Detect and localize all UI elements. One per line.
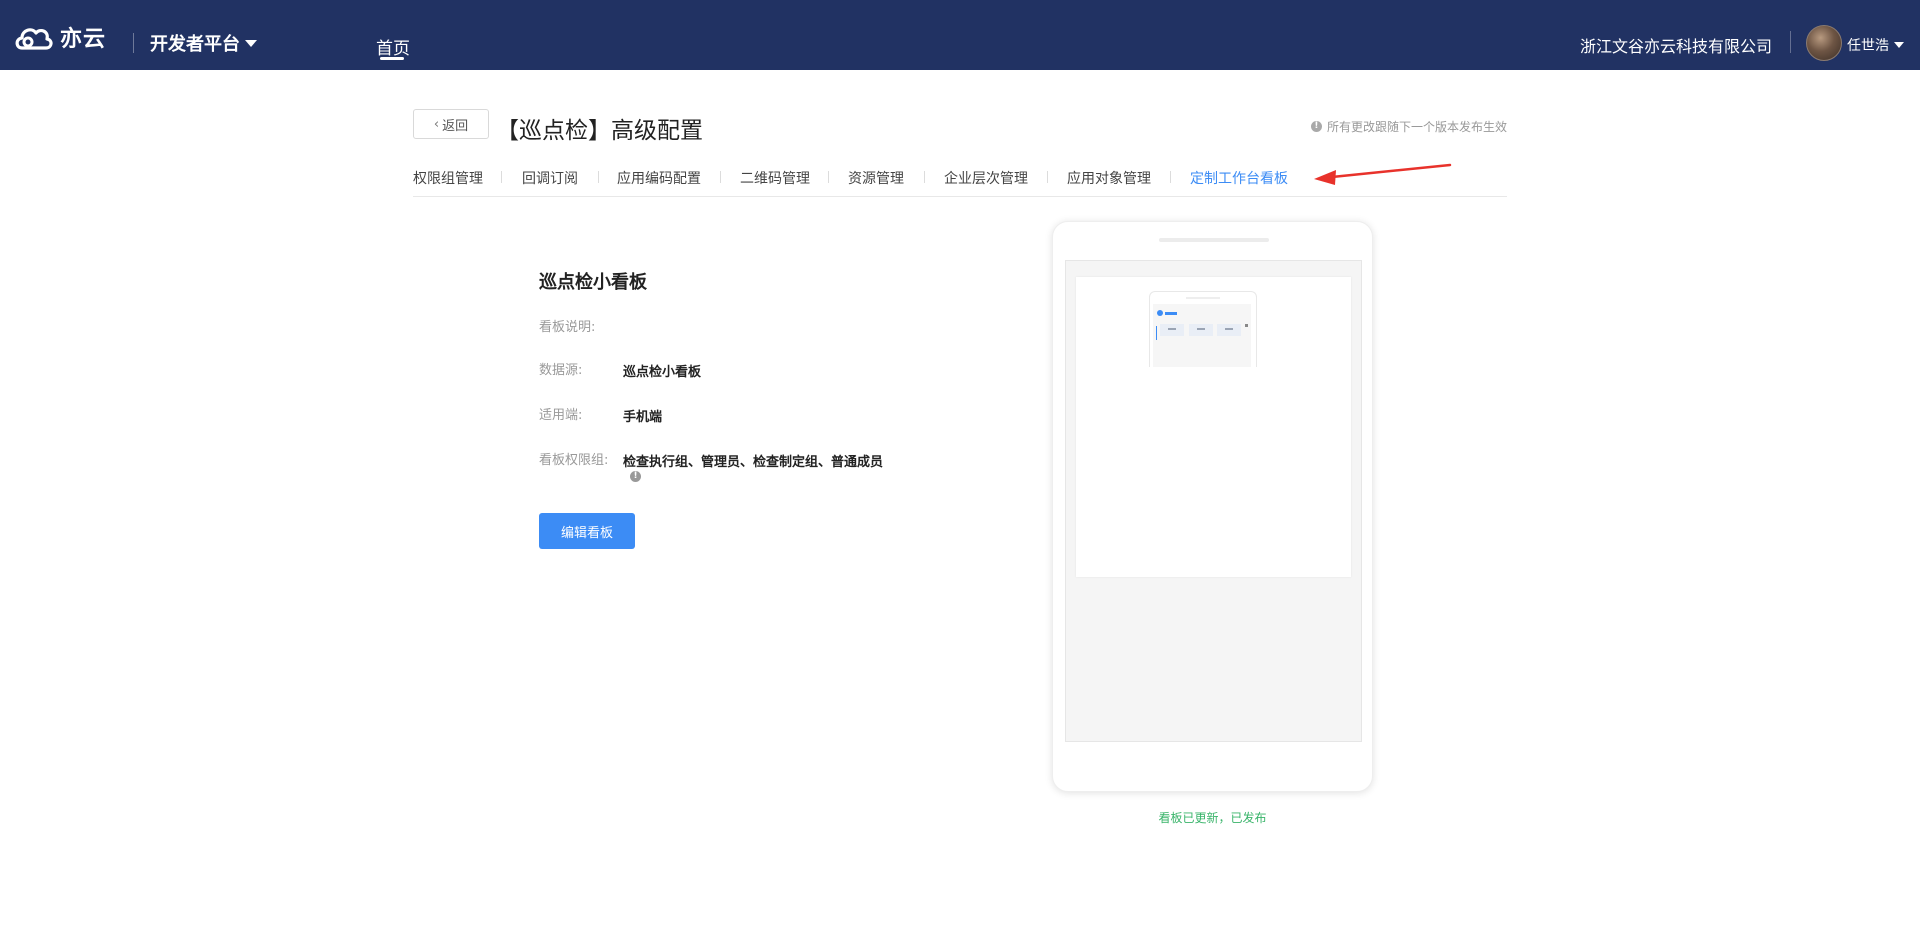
tab-app-code-config[interactable]: 应用编码配置 bbox=[617, 168, 701, 188]
tab-divider bbox=[828, 171, 829, 183]
brand-name: 亦云 bbox=[60, 27, 107, 52]
board-description-label: 看板说明: bbox=[539, 320, 596, 335]
edit-board-button[interactable]: 编辑看板 bbox=[539, 513, 635, 549]
release-notice: ! 所有更改跟随下一个版本发布生效 bbox=[1310, 118, 1507, 135]
board-permission-label: 看板权限组: bbox=[539, 453, 609, 468]
tab-qrcode-management[interactable]: 二维码管理 bbox=[740, 168, 810, 188]
tab-divider bbox=[720, 171, 721, 183]
user-divider bbox=[1790, 31, 1791, 53]
user-name: 任世浩 bbox=[1847, 38, 1889, 54]
board-title: 巡点检小看板 bbox=[539, 272, 647, 293]
tab-divider bbox=[924, 171, 925, 183]
platform-switcher[interactable]: 开发者平台 bbox=[150, 30, 257, 56]
tab-divider bbox=[1047, 171, 1048, 183]
tab-app-object-management[interactable]: 应用对象管理 bbox=[1067, 168, 1151, 188]
top-navbar: 亦云 开发者平台 首页 浙江文谷亦云科技有限公司 任世浩 bbox=[0, 0, 1920, 70]
tab-resource-management[interactable]: 资源管理 bbox=[848, 168, 904, 188]
release-notice-text: 所有更改跟随下一个版本发布生效 bbox=[1326, 120, 1507, 134]
board-platform-value: 手机端 bbox=[623, 410, 663, 425]
page-title: 【巡点检】高级配置 bbox=[496, 118, 703, 144]
thumbnail-stat-cell bbox=[1217, 324, 1241, 336]
back-button-label: 返回 bbox=[442, 118, 469, 134]
thumbnail-header bbox=[1157, 310, 1177, 316]
thumbnail-screen bbox=[1153, 304, 1251, 367]
thumbnail-title bbox=[1165, 311, 1177, 315]
company-name[interactable]: 浙江文谷亦云科技有限公司 bbox=[1580, 33, 1772, 57]
board-thumbnail bbox=[1149, 291, 1257, 367]
brand-divider bbox=[133, 33, 134, 53]
phone-preview bbox=[1052, 221, 1373, 792]
thumbnail-accent-bar bbox=[1156, 326, 1157, 340]
phone-speaker bbox=[1159, 238, 1269, 242]
board-permission-value: 检查执行组、管理员、检查制定组、普通成员 bbox=[623, 455, 884, 470]
thumbnail-speaker bbox=[1186, 297, 1220, 299]
board-source-value: 巡点检小看板 bbox=[623, 365, 702, 380]
cloud-logo-icon bbox=[15, 28, 53, 50]
thumbnail-more-icon bbox=[1245, 324, 1248, 327]
back-button[interactable]: ‹ 返回 bbox=[413, 109, 489, 139]
caret-down-icon bbox=[245, 39, 257, 47]
tab-enterprise-hierarchy[interactable]: 企业层次管理 bbox=[944, 168, 1028, 188]
thumbnail-stat-cell bbox=[1160, 324, 1184, 336]
tab-permission-groups[interactable]: 权限组管理 bbox=[413, 168, 483, 188]
brand-logo[interactable]: 亦云 bbox=[14, 20, 106, 54]
avatar[interactable] bbox=[1806, 25, 1842, 61]
thumbnail-logo-icon bbox=[1157, 310, 1163, 316]
caret-down-icon bbox=[1894, 42, 1904, 48]
board-preview-card bbox=[1076, 277, 1351, 577]
tab-divider bbox=[501, 171, 502, 183]
board-source-label: 数据源: bbox=[539, 363, 583, 378]
thumbnail-stat-cell bbox=[1189, 324, 1213, 336]
user-menu[interactable]: 任世浩 bbox=[1847, 35, 1904, 55]
info-icon: ! bbox=[1310, 121, 1322, 132]
tab-callback-subscriptions[interactable]: 回调订阅 bbox=[522, 168, 578, 188]
tab-custom-workbench-board[interactable]: 定制工作台看板 bbox=[1190, 168, 1288, 188]
tab-divider bbox=[1170, 171, 1171, 183]
platform-label: 开发者平台 bbox=[150, 34, 240, 55]
publish-status: 看板已更新，已发布 bbox=[1158, 811, 1267, 825]
annotation-arrow-icon bbox=[1314, 163, 1452, 185]
board-platform-label: 适用端: bbox=[539, 408, 583, 423]
nav-active-indicator bbox=[380, 57, 404, 60]
chevron-left-icon: ‹ bbox=[433, 116, 440, 132]
info-icon[interactable]: ! bbox=[630, 471, 641, 482]
tab-divider bbox=[598, 171, 599, 183]
phone-screen bbox=[1065, 260, 1362, 742]
nav-home-link[interactable]: 首页 bbox=[376, 34, 410, 59]
